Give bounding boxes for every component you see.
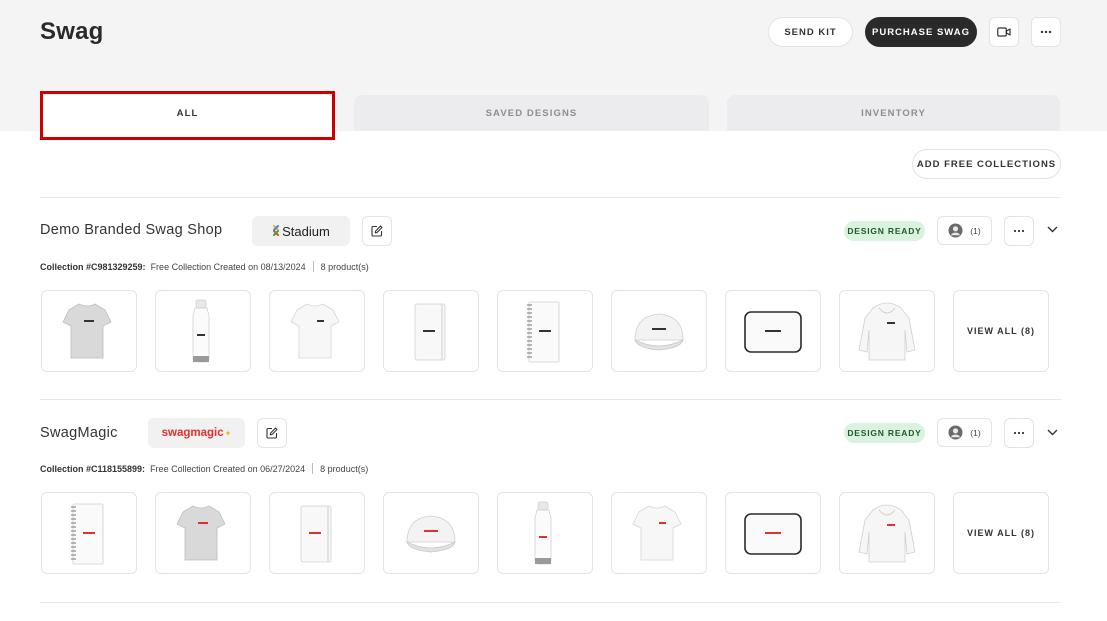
edit-icon: [266, 427, 278, 439]
tab-saved-designs[interactable]: SAVED DESIGNS: [354, 95, 709, 131]
product-thumbnail-hoodie[interactable]: [839, 290, 935, 372]
view-all-button[interactable]: VIEW ALL (8): [953, 492, 1049, 574]
status-badge: DESIGN READY: [844, 423, 925, 443]
owners-button[interactable]: (1): [937, 216, 992, 245]
product-thumbnail-spiral-notebook[interactable]: [497, 290, 593, 372]
avatar-icon: [948, 425, 963, 440]
product-thumbnail-water-bottle[interactable]: [497, 492, 593, 574]
product-thumbnail-water-bottle[interactable]: [155, 290, 251, 372]
collection-meta: Collection #C118155899: Free Collection …: [40, 463, 368, 474]
collection-more-button[interactable]: [1004, 418, 1034, 448]
collection-created: Free Collection Created on 08/13/2024: [150, 261, 306, 272]
chevron-down-icon[interactable]: [1047, 427, 1058, 439]
collection-name: SwagMagic: [40, 425, 118, 441]
product-thumbnail-tshirt-white[interactable]: [611, 492, 707, 574]
chevron-down-icon[interactable]: [1047, 224, 1058, 236]
more-dots-icon: [1013, 229, 1025, 233]
more-dots-icon: [1013, 431, 1025, 435]
collection-id: Collection #C981329259:: [40, 261, 146, 272]
collection-logo-text: Stadium: [282, 223, 330, 239]
product-thumbnail-tshirt-gray[interactable]: [41, 290, 137, 372]
tab-inventory[interactable]: INVENTORY: [727, 95, 1060, 131]
collection-logo-text: swagmagic: [161, 427, 224, 439]
product-thumbnail-cap[interactable]: [383, 492, 479, 574]
more-options-button[interactable]: [1031, 17, 1061, 47]
owners-button[interactable]: (1): [937, 418, 992, 447]
divider: [40, 602, 1061, 603]
video-button[interactable]: [989, 17, 1019, 47]
more-dots-icon: [1040, 30, 1052, 34]
tab-all[interactable]: ALL: [40, 95, 335, 131]
add-free-collections-button[interactable]: ADD FREE COLLECTIONS: [912, 149, 1061, 179]
product-thumbnail-laptop-sleeve[interactable]: [725, 492, 821, 574]
collection-created: Free Collection Created on 06/27/2024: [150, 463, 306, 474]
product-thumbnail-tshirt-white[interactable]: [269, 290, 365, 372]
product-thumbnail-notebook[interactable]: [383, 290, 479, 372]
product-thumbnail-notebook[interactable]: [269, 492, 365, 574]
status-badge: DESIGN READY: [844, 221, 925, 241]
collection-more-button[interactable]: [1004, 216, 1034, 246]
product-thumbnail-tshirt-gray[interactable]: [155, 492, 251, 574]
owners-count: (1): [970, 225, 981, 236]
sparkle-icon: ✦: [224, 428, 232, 438]
video-camera-icon: [997, 27, 1011, 37]
page-title: Swag: [40, 18, 104, 45]
collection-product-count: 8 product(s): [320, 261, 369, 272]
collection-name: Demo Branded Swag Shop: [40, 222, 223, 238]
stadium-logo-icon: [273, 225, 280, 236]
edit-collection-button[interactable]: [257, 418, 287, 448]
send-kit-button[interactable]: SEND KIT: [768, 17, 853, 47]
owners-count: (1): [970, 427, 981, 438]
product-thumbnail-spiral-notebook[interactable]: [41, 492, 137, 574]
collection-id: Collection #C118155899:: [40, 463, 146, 474]
view-all-button[interactable]: VIEW ALL (8): [953, 290, 1049, 372]
collection-logo: swagmagic ✦: [148, 418, 245, 448]
product-thumbnail-hoodie[interactable]: [839, 492, 935, 574]
divider: [40, 399, 1061, 400]
divider: [40, 197, 1061, 198]
avatar-icon: [948, 223, 963, 238]
collection-meta: Collection #C981329259: Free Collection …: [40, 261, 369, 272]
edit-collection-button[interactable]: [362, 216, 392, 246]
purchase-swag-button[interactable]: PURCHASE SWAG: [865, 17, 977, 47]
product-thumbnail-cap[interactable]: [611, 290, 707, 372]
collection-logo: Stadium: [252, 216, 350, 246]
product-thumbnail-laptop-sleeve[interactable]: [725, 290, 821, 372]
edit-icon: [371, 225, 383, 237]
collection-product-count: 8 product(s): [320, 463, 369, 474]
